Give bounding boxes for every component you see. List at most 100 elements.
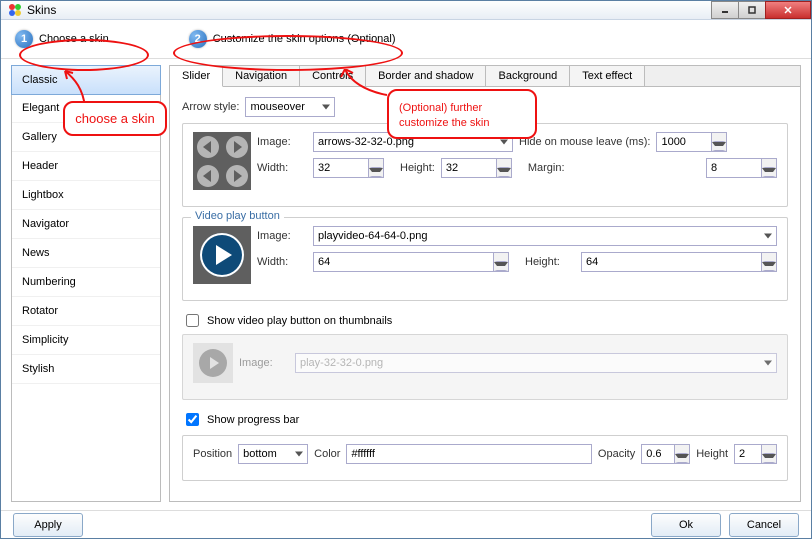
progress-height-input[interactable] <box>734 444 777 464</box>
progress-opacity-input[interactable] <box>641 444 690 464</box>
skin-item-stylish[interactable]: Stylish <box>12 355 160 384</box>
arrow-image-label: Image: <box>257 136 307 148</box>
video-height-label: Height: <box>525 256 575 268</box>
thumb-image-label: Image: <box>239 357 289 369</box>
video-width-label: Width: <box>257 256 307 268</box>
footer: Apply Ok Cancel <box>1 510 811 538</box>
step-2-label: Customize the skin options (Optional) <box>213 33 396 45</box>
arrow-height-field[interactable] <box>441 158 497 178</box>
thumb-image-select-wrap: play-32-32-0.png <box>295 353 777 373</box>
skin-item-elegant[interactable]: Elegant <box>12 94 160 123</box>
hide-label: Hide on mouse leave (ms): <box>519 136 650 148</box>
video-width-input[interactable] <box>313 252 509 272</box>
skin-item-gallery[interactable]: Gallery <box>12 123 160 152</box>
skin-item-rotator[interactable]: Rotator <box>12 297 160 326</box>
titlebar: Skins <box>1 1 811 20</box>
arrow-margin-input[interactable] <box>706 158 777 178</box>
close-button[interactable] <box>765 1 811 19</box>
skin-item-news[interactable]: News <box>12 239 160 268</box>
hide-ms-field[interactable] <box>656 132 712 152</box>
hide-ms-input[interactable] <box>656 132 727 152</box>
step-2: 2 Customize the skin options (Optional) <box>189 30 396 48</box>
skin-item-header[interactable]: Header <box>12 152 160 181</box>
tab-border-shadow[interactable]: Border and shadow <box>366 66 486 87</box>
tab-navigation[interactable]: Navigation <box>223 66 300 87</box>
apply-button[interactable]: Apply <box>13 513 83 537</box>
video-image-select[interactable]: playvideo-64-64-0.png <box>313 226 777 246</box>
step-1-label: Choose a skin <box>39 33 109 45</box>
progress-position-label: Position <box>193 448 232 460</box>
spinner-icon[interactable] <box>762 158 777 178</box>
skin-list[interactable]: Classic Elegant Gallery Header Lightbox … <box>11 65 161 502</box>
video-width-field[interactable] <box>313 252 494 272</box>
video-height-field[interactable] <box>581 252 762 272</box>
video-height-input[interactable] <box>581 252 777 272</box>
app-icon <box>7 2 23 18</box>
window-controls <box>712 1 811 19</box>
skin-item-navigator[interactable]: Navigator <box>12 210 160 239</box>
arrow-margin-label: Margin: <box>528 162 565 174</box>
progress-height-field[interactable] <box>734 444 762 464</box>
arrow-style-label: Arrow style: <box>182 101 239 113</box>
thumb-play-preview-icon <box>193 343 233 383</box>
tab-background[interactable]: Background <box>486 66 570 87</box>
play-preview-icon <box>193 226 251 284</box>
minimize-button[interactable] <box>711 1 739 19</box>
video-play-group: Video play button Image: playvideo-64-64… <box>182 217 788 301</box>
arrows-group: Image: arrows-32-32-0.png Hide on mouse … <box>182 123 788 207</box>
skin-item-classic[interactable]: Classic <box>11 65 161 95</box>
spinner-icon[interactable] <box>675 444 690 464</box>
progress-group: Position bottom Color Opacity Height <box>182 435 788 481</box>
ok-button[interactable]: Ok <box>651 513 721 537</box>
skin-item-simplicity[interactable]: Simplicity <box>12 326 160 355</box>
skin-item-numbering[interactable]: Numbering <box>12 268 160 297</box>
progress-position-select[interactable]: bottom <box>238 444 308 464</box>
spinner-icon[interactable] <box>497 158 512 178</box>
steps-bar: 1 Choose a skin 2 Customize the skin opt… <box>1 20 811 59</box>
tab-slider[interactable]: Slider <box>170 66 223 87</box>
arrow-height-label: Height: <box>400 162 435 174</box>
progress-opacity-label: Opacity <box>598 448 635 460</box>
progress-height-label: Height <box>696 448 728 460</box>
spinner-icon[interactable] <box>712 132 727 152</box>
progress-opacity-field[interactable] <box>641 444 675 464</box>
arrow-image-select[interactable]: arrows-32-32-0.png <box>313 132 513 152</box>
progress-checkbox[interactable] <box>186 413 199 426</box>
maximize-button[interactable] <box>738 1 766 19</box>
tabs: Slider Navigation Controls Border and sh… <box>170 66 800 87</box>
arrow-height-input[interactable] <box>441 158 512 178</box>
arrow-width-field[interactable] <box>313 158 369 178</box>
thumb-check[interactable]: Show video play button on thumbnails <box>182 311 788 330</box>
tab-content-slider: Arrow style: mouseover Image: <box>170 87 800 501</box>
step-1: 1 Choose a skin <box>15 30 109 48</box>
body: Classic Elegant Gallery Header Lightbox … <box>1 59 811 510</box>
right-pane: Slider Navigation Controls Border and sh… <box>169 65 801 502</box>
progress-color-label: Color <box>314 448 340 460</box>
thumb-checkbox[interactable] <box>186 314 199 327</box>
skin-item-lightbox[interactable]: Lightbox <box>12 181 160 210</box>
arrow-preview-icon <box>193 132 251 190</box>
tab-controls[interactable]: Controls <box>300 66 366 87</box>
video-image-select-wrap: playvideo-64-64-0.png <box>313 226 777 246</box>
progress-position-select-wrap: bottom <box>238 444 308 464</box>
spinner-icon[interactable] <box>369 158 384 178</box>
video-group-title: Video play button <box>191 210 284 222</box>
progress-color-input[interactable] <box>346 444 591 464</box>
step-number-icon: 2 <box>189 30 207 48</box>
thumb-image-select: play-32-32-0.png <box>295 353 777 373</box>
spinner-icon[interactable] <box>762 444 777 464</box>
progress-check-label: Show progress bar <box>207 414 299 426</box>
tab-text-effect[interactable]: Text effect <box>570 66 645 87</box>
spinner-icon[interactable] <box>494 252 509 272</box>
step-number-icon: 1 <box>15 30 33 48</box>
cancel-button[interactable]: Cancel <box>729 513 799 537</box>
window-title: Skins <box>27 3 56 17</box>
arrow-style-select[interactable]: mouseover <box>245 97 335 117</box>
arrow-style-select-wrap: mouseover <box>245 97 335 117</box>
arrow-margin-field[interactable] <box>706 158 762 178</box>
thumb-check-label: Show video play button on thumbnails <box>207 315 392 327</box>
thumb-play-group: Image: play-32-32-0.png <box>182 334 788 400</box>
spinner-icon[interactable] <box>762 252 777 272</box>
arrow-width-input[interactable] <box>313 158 384 178</box>
progress-check[interactable]: Show progress bar <box>182 410 788 429</box>
